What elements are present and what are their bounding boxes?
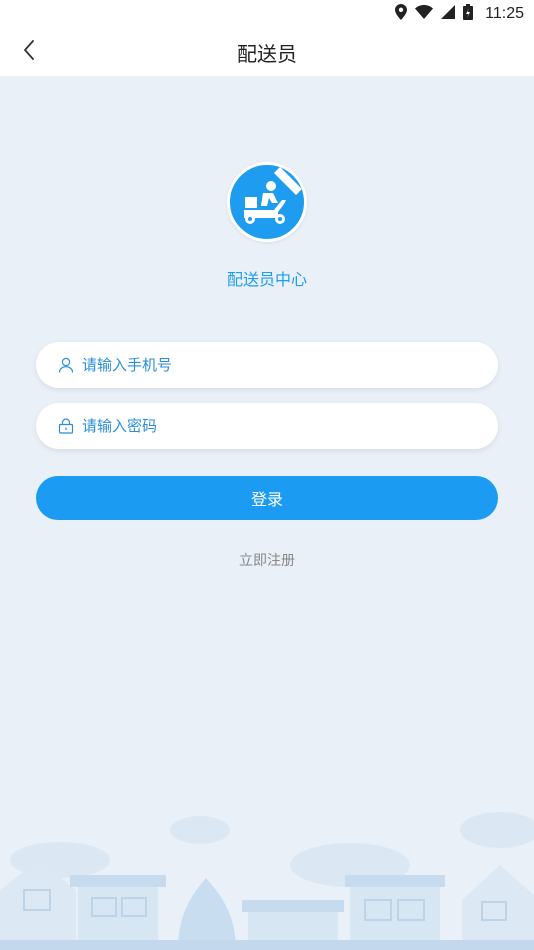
user-icon xyxy=(56,355,76,375)
city-scenery-illustration xyxy=(0,812,534,950)
phone-input[interactable] xyxy=(82,356,462,374)
register-link[interactable]: 立即注册 xyxy=(0,550,534,570)
password-input[interactable] xyxy=(82,417,462,435)
back-button[interactable] xyxy=(14,36,44,68)
login-content: 配送员中心 登录 立即注册 xyxy=(0,76,534,950)
brand-name: 配送员中心 xyxy=(226,270,307,289)
brand-logo xyxy=(227,162,307,242)
phone-field[interactable] xyxy=(36,342,498,388)
location-icon xyxy=(395,4,408,24)
delivery-scooter-icon xyxy=(230,167,304,239)
nav-bar: 配送员 xyxy=(0,28,534,76)
status-bar: 11:25 xyxy=(0,0,534,28)
status-time: 11:25 xyxy=(485,5,524,22)
wifi-icon xyxy=(415,5,434,23)
status-icons: 11:25 xyxy=(395,4,524,24)
chevron-left-icon xyxy=(23,40,35,64)
lock-icon xyxy=(56,416,76,436)
page-title: 配送员 xyxy=(237,41,297,66)
battery-icon xyxy=(463,4,474,24)
login-button[interactable]: 登录 xyxy=(36,476,498,520)
password-field[interactable] xyxy=(36,403,498,449)
signal-icon xyxy=(441,5,456,23)
